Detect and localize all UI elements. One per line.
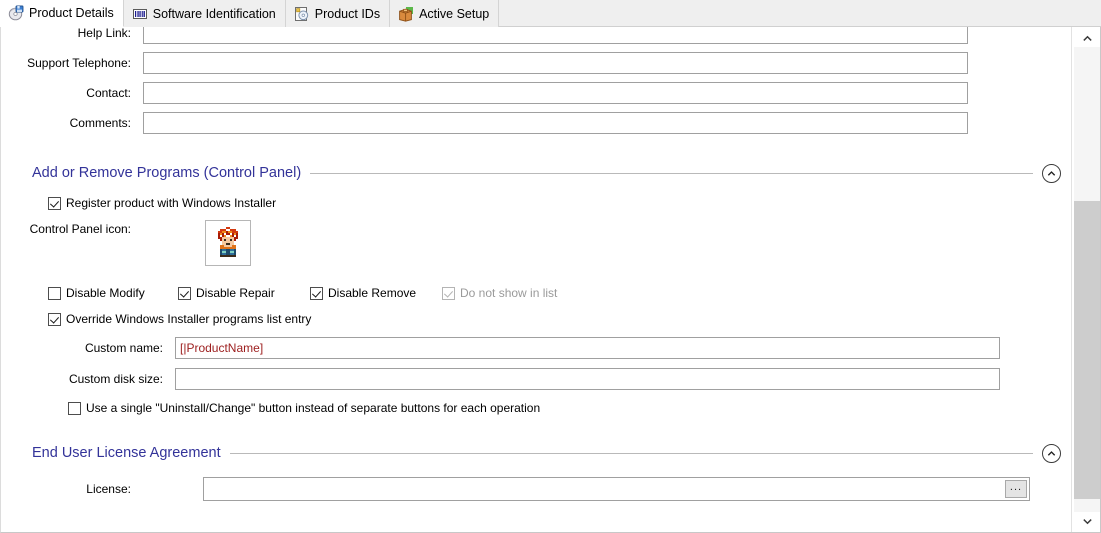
checkbox-label: Disable Repair [196,286,275,300]
form-row-contact: Contact: [0,78,1071,108]
checkbox-label: Register product with Windows Installer [66,196,276,210]
checkbox-disable-repair[interactable]: Disable Repair [178,286,310,300]
control-panel-icon-picker[interactable] [205,220,251,266]
license-file-field: ... [203,477,1030,501]
support-telephone-label: Support Telephone: [0,56,143,70]
checkbox-do-not-show-in-list: Do not show in list [442,286,557,300]
scrollbar-down-button[interactable] [1074,512,1100,530]
section-collapse-toggle-eula[interactable] [1042,444,1061,463]
tab-label: Product IDs [315,7,380,21]
checkbox-label: Override Windows Installer programs list… [66,312,311,326]
tab-bar-filler [499,0,1101,26]
section-collapse-toggle-add-remove-programs[interactable] [1042,164,1061,183]
scrollbar-up-button[interactable] [1074,29,1100,47]
section-title: Add or Remove Programs (Control Panel) [32,165,310,181]
comments-input[interactable] [143,112,968,134]
help-link-input[interactable] [143,27,968,44]
scrollbar-thumb[interactable] [1074,201,1100,499]
tab-label: Product Details [29,6,114,20]
checkbox-disable-remove[interactable]: Disable Remove [310,286,442,300]
form-row-license: License: ... [0,470,1071,508]
register-product-row: Register product with Windows Installer [0,190,1071,216]
custom-disk-size-input[interactable] [175,368,1000,390]
checkbox-override-programs-list-entry[interactable]: Override Windows Installer programs list… [48,312,311,326]
id-card-icon [294,6,310,22]
section-divider [310,173,1033,174]
license-input[interactable] [204,478,1005,500]
checkbox-label: Use a single "Uninstall/Change" button i… [86,401,540,415]
section-header-end-user-license-agreement: End User License Agreement [0,436,1071,470]
control-panel-icon-row: Control Panel icon: [0,216,1071,280]
form-row-help-link: Help Link: [0,27,1071,48]
support-telephone-input[interactable] [143,52,968,74]
form-row-comments: Comments: [0,108,1071,138]
form-scroll-area: Help Link: Support Telephone: Contact: C… [0,27,1071,533]
pixel-avatar-icon [212,227,244,259]
checkbox-label: Disable Modify [66,286,145,300]
scroll-up-arrow-icon [1083,35,1092,42]
tab-active-setup[interactable]: Active Setup [390,0,499,27]
checkbox-box [442,287,455,300]
tab-label: Active Setup [419,7,489,21]
checkbox-box [310,287,323,300]
checkbox-label: Disable Remove [328,286,416,300]
custom-disk-size-label: Custom disk size: [0,372,175,386]
chevron-up-icon [1047,169,1056,178]
form-row-custom-disk-size: Custom disk size: [0,363,1071,394]
scroll-down-arrow-icon [1083,518,1092,525]
contact-input[interactable] [143,82,968,104]
barcode-icon [132,6,148,22]
product-details-window: Product Details Software Identification [0,0,1101,533]
package-box-icon [398,6,414,22]
checkbox-single-uninstall-change-button[interactable]: Use a single "Uninstall/Change" button i… [68,401,540,415]
help-link-label: Help Link: [0,27,143,40]
tab-bar: Product Details Software Identification [0,0,1101,27]
control-panel-icon-label: Control Panel icon: [0,220,143,238]
tab-product-ids[interactable]: Product IDs [286,0,390,27]
section-header-add-remove-programs: Add or Remove Programs (Control Panel) [0,156,1071,190]
tab-label: Software Identification [153,7,276,21]
checkbox-box [48,287,61,300]
contact-label: Contact: [0,86,143,100]
custom-name-label: Custom name: [0,341,175,355]
cd-disc-icon [8,5,24,21]
custom-name-input[interactable] [175,337,1000,359]
single-button-row: Use a single "Uninstall/Change" button i… [0,394,1071,422]
override-entry-row: Override Windows Installer programs list… [0,306,1071,332]
comments-label: Comments: [0,116,143,130]
checkbox-box [178,287,191,300]
section-header-readme: Readme [0,524,1071,533]
form-row-support-telephone: Support Telephone: [0,48,1071,78]
license-browse-button[interactable]: ... [1005,480,1027,498]
form-row-custom-name: Custom name: [0,332,1071,363]
section-title: End User License Agreement [32,445,230,461]
chevron-up-icon [1047,449,1056,458]
checkbox-box [48,313,61,326]
checkbox-disable-modify[interactable]: Disable Modify [48,286,178,300]
disable-options-row: Disable Modify Disable Repair Disable Re… [0,280,1071,306]
checkbox-box [48,197,61,210]
section-divider [230,453,1033,454]
tab-product-details[interactable]: Product Details [0,0,124,27]
license-label: License: [0,482,143,496]
checkbox-register-product[interactable]: Register product with Windows Installer [48,196,276,210]
checkbox-box [68,402,81,415]
tab-software-identification[interactable]: Software Identification [124,0,286,27]
vertical-scrollbar[interactable] [1071,27,1101,533]
checkbox-label: Do not show in list [460,286,557,300]
